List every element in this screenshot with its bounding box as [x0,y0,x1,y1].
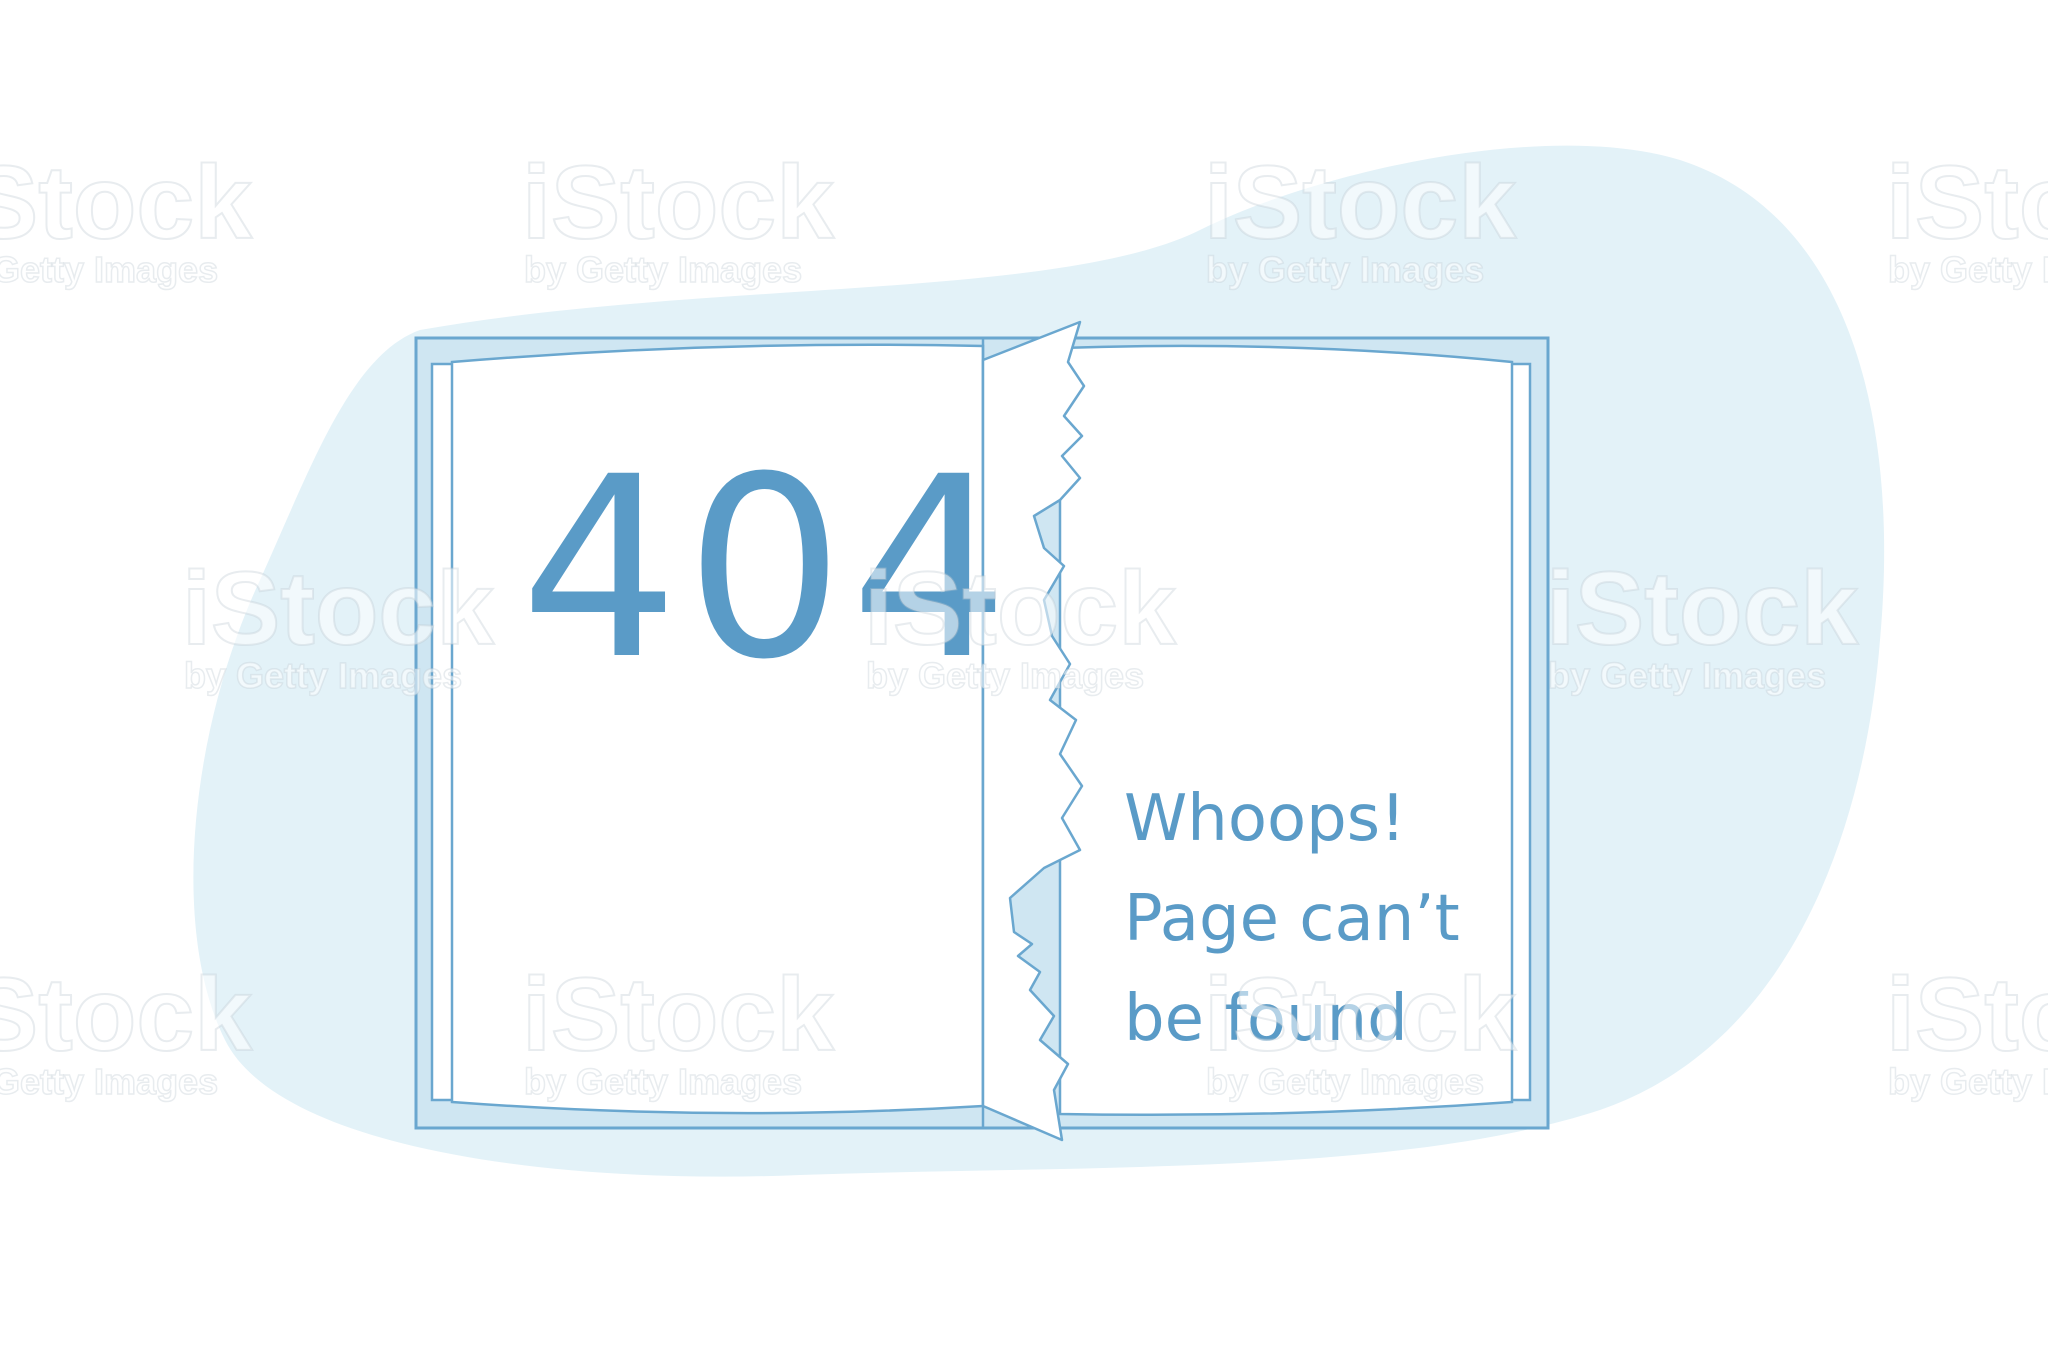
watermark-brand: iStock [182,551,494,667]
watermark-byline: by Getty Images [1206,1061,1484,1102]
watermark-brand: iStock [1886,145,2048,261]
watermark-brand: iStock [1886,957,2048,1073]
watermark-brand: iStock [522,145,834,261]
error-message-line-1: Whoops! [1124,782,1406,856]
watermark-byline: by Getty Images [1548,655,1826,696]
watermark-byline: by Getty Images [1888,1061,2048,1102]
watermark-byline: by Getty Images [866,655,1144,696]
watermark-byline: by Getty Images [0,249,218,290]
watermark-brand: iStock [1204,145,1516,261]
watermark-brand: iStock [1204,957,1516,1073]
watermark-byline: by Getty Images [1888,249,2048,290]
illustration-404: 404 Whoops! Page can’t be found iStock b… [0,144,2048,1177]
watermark-brand: iStock [522,957,834,1073]
watermark-brand: iStock [864,551,1176,667]
watermark-brand: iStock [0,957,252,1073]
watermark-brand: iStock [0,145,252,261]
watermark-byline: by Getty Images [184,655,462,696]
watermark-byline: by Getty Images [0,1061,218,1102]
watermark-byline: by Getty Images [1206,249,1484,290]
watermark-brand: iStock [1546,551,1858,667]
error-message-line-2: Page can’t [1124,882,1460,956]
watermark-byline: by Getty Images [524,1061,802,1102]
watermark-byline: by Getty Images [524,249,802,290]
